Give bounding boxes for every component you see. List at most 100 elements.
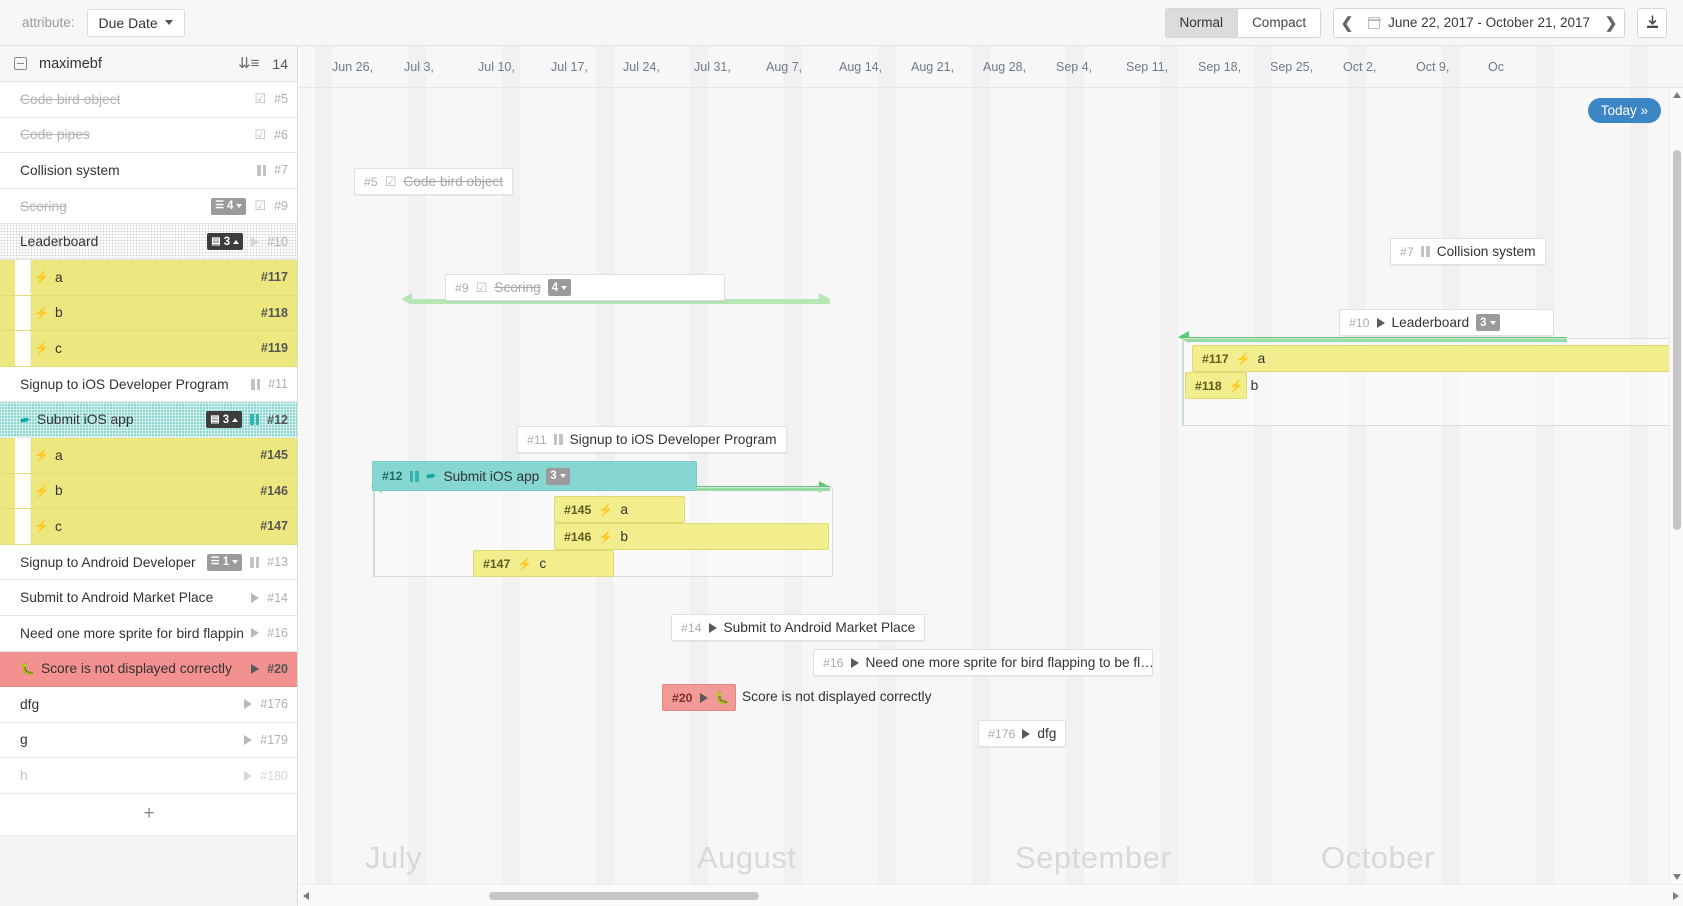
scroll-down-icon[interactable] bbox=[1673, 874, 1681, 880]
bar-id: #9 bbox=[455, 280, 469, 295]
sidebar-item-13[interactable]: Signup to Android Developer … ☰ 1 #13 bbox=[0, 544, 297, 581]
sidebar-item-20[interactable]: 🐛 Score is not displayed correctly #20 bbox=[0, 651, 297, 688]
task-label: 🐛 Score is not displayed correctly bbox=[20, 661, 232, 676]
scroll-up-icon[interactable] bbox=[1673, 92, 1681, 98]
sidebar-item-11[interactable]: Signup to iOS Developer Program #11 bbox=[0, 366, 297, 403]
sidebar-item-146[interactable]: ⚡ b #146 bbox=[0, 473, 297, 510]
gantt-bar-16[interactable]: #16 Need one more sprite for bird flappi… bbox=[813, 649, 1153, 676]
subtask-badge[interactable]: ☰ 1 bbox=[206, 553, 243, 571]
gantt-bar-20[interactable]: #20 🐛 bbox=[662, 684, 736, 711]
subtask-badge[interactable]: ☰ 4 bbox=[211, 197, 247, 215]
download-button[interactable] bbox=[1637, 7, 1667, 38]
sidebar-item-176[interactable]: dfg #176 bbox=[0, 687, 297, 723]
subtask-badge[interactable]: ▤ 3 bbox=[207, 233, 244, 251]
bolt-icon: ⚡ bbox=[598, 529, 614, 544]
date-range-label: June 22, 2017 - October 21, 2017 bbox=[1388, 15, 1590, 30]
gantt-bar-11[interactable]: #11 Signup to iOS Developer Program bbox=[517, 426, 787, 453]
vertical-scroll-thumb[interactable] bbox=[1673, 150, 1681, 530]
bar-id: #14 bbox=[681, 620, 702, 635]
sidebar-item-10[interactable]: Leaderboard ▤ 3 #10 bbox=[0, 224, 297, 260]
task-label: Need one more sprite for bird flappin… bbox=[20, 625, 244, 641]
gantt-timeline[interactable]: Jun 26, Jul 3, Jul 10, Jul 17, Jul 24, J… bbox=[299, 46, 1683, 906]
task-label: Signup to Android Developer … bbox=[20, 554, 199, 570]
date-range-picker[interactable]: June 22, 2017 - October 21, 2017 bbox=[1360, 15, 1598, 30]
subtask-badge[interactable]: ▤ 3 bbox=[206, 411, 243, 429]
gantt-bar-147[interactable]: #147 ⚡ c bbox=[473, 550, 614, 577]
gantt-bar-176[interactable]: #176 dfg bbox=[978, 720, 1067, 747]
horizontal-scroll-thumb[interactable] bbox=[489, 892, 759, 900]
task-label: ⚡ b bbox=[34, 483, 63, 498]
timeline-tick: Jul 10, bbox=[478, 60, 515, 74]
gantt-bar-12[interactable]: #12 ➨ Submit iOS app 3 bbox=[372, 461, 697, 491]
bar-id: #117 bbox=[1202, 351, 1229, 366]
task-id: #14 bbox=[267, 590, 288, 605]
view-mode-normal[interactable]: Normal bbox=[1165, 8, 1238, 37]
top-toolbar: attribute: Due Date Normal Compact ❮ Jun… bbox=[0, 0, 1683, 46]
group-header[interactable]: maximebf ⇊≡ 14 bbox=[0, 46, 297, 82]
sidebar-item-118[interactable]: ⚡ b #118 bbox=[0, 295, 297, 332]
timeline-tick: Aug 28, bbox=[983, 60, 1027, 74]
bar-id: #20 bbox=[672, 690, 693, 705]
check-icon: ☑ bbox=[254, 126, 267, 142]
sidebar-item-6[interactable]: Code pipes ☑ #6 bbox=[0, 117, 297, 154]
subtask-badge[interactable]: 4 bbox=[547, 279, 572, 296]
play-icon bbox=[251, 592, 260, 603]
task-label: Collision system bbox=[20, 162, 120, 178]
timeline-tick: Sep 4, bbox=[1056, 60, 1093, 74]
sidebar-item-12[interactable]: ➨ Submit iOS app ▤ 3 #12 bbox=[0, 402, 297, 438]
gantt-bar-14[interactable]: #14 Submit to Android Market Place bbox=[671, 614, 926, 641]
attribute-dropdown[interactable]: Due Date bbox=[86, 8, 185, 37]
add-task-button[interactable]: + bbox=[0, 793, 297, 836]
sort-descending-icon[interactable]: ⇊≡ bbox=[238, 56, 259, 71]
sidebar-item-119[interactable]: ⚡ c #119 bbox=[0, 331, 297, 367]
timeline-tick: Jul 17, bbox=[551, 60, 588, 74]
timeline-tick: Aug 21, bbox=[911, 60, 955, 74]
sidebar-item-179[interactable]: g #179 bbox=[0, 722, 297, 759]
task-id: #118 bbox=[260, 305, 288, 320]
gantt-bar-146[interactable]: #146 ⚡ b bbox=[554, 523, 829, 550]
check-icon: ☑ bbox=[475, 279, 488, 295]
collapse-icon[interactable] bbox=[14, 57, 27, 70]
task-id: #16 bbox=[267, 626, 288, 641]
gantt-bar-10[interactable]: #10 Leaderboard 3 bbox=[1339, 309, 1554, 336]
gantt-bar-118[interactable]: #118 ⚡ b bbox=[1185, 372, 1258, 399]
next-range-button[interactable]: ❯ bbox=[1598, 9, 1624, 37]
gantt-bar-20-label: Score is not displayed correctly bbox=[742, 689, 932, 704]
today-button[interactable]: Today » bbox=[1587, 98, 1661, 123]
group-count: 14 bbox=[272, 55, 288, 72]
sidebar-item-145[interactable]: ⚡ a #145 bbox=[0, 437, 297, 474]
play-icon bbox=[244, 734, 253, 745]
gantt-bar-9[interactable]: #9 ☑ Scoring 4 bbox=[445, 274, 725, 301]
sidebar-item-180[interactable]: h #180 bbox=[0, 758, 297, 794]
task-label: Scoring bbox=[20, 198, 67, 214]
task-sidebar[interactable]: maximebf ⇊≡ 14 Code bird object ☑ #5 Cod… bbox=[0, 46, 298, 906]
vertical-scrollbar[interactable] bbox=[1669, 88, 1683, 884]
columns-icon: ▤ bbox=[210, 413, 220, 425]
gantt-bar-145[interactable]: #145 ⚡ a bbox=[554, 496, 685, 523]
gantt-bar-5[interactable]: #5 ☑ Code bird object bbox=[354, 168, 514, 195]
task-meta: #20 bbox=[243, 662, 288, 676]
timeline-tick: Aug 14, bbox=[839, 60, 883, 74]
sidebar-item-117[interactable]: ⚡ a #117 bbox=[0, 259, 297, 296]
sidebar-item-147[interactable]: ⚡ c #147 bbox=[0, 509, 297, 545]
horizontal-scrollbar[interactable] bbox=[299, 884, 1683, 906]
subtask-count: 3 bbox=[550, 470, 557, 482]
gantt-bar-117[interactable]: #117 ⚡ a bbox=[1192, 345, 1672, 372]
bar-id: #147 bbox=[483, 556, 511, 571]
task-meta: #176 bbox=[236, 697, 288, 711]
play-icon bbox=[251, 628, 260, 639]
scroll-left-icon[interactable] bbox=[303, 892, 309, 900]
prev-range-button[interactable]: ❮ bbox=[1334, 9, 1360, 37]
sidebar-item-14[interactable]: Submit to Android Market Place #14 bbox=[0, 580, 297, 616]
group-name: maximebf bbox=[39, 55, 102, 72]
sidebar-item-9[interactable]: Scoring ☰ 4 ☑ #9 bbox=[0, 188, 297, 225]
sidebar-item-16[interactable]: Need one more sprite for bird flappin… #… bbox=[0, 615, 297, 652]
gantt-bar-7[interactable]: #7 Collision system bbox=[1390, 238, 1546, 265]
sidebar-item-5[interactable]: Code bird object ☑ #5 bbox=[0, 82, 297, 118]
subtask-badge[interactable]: 3 bbox=[1476, 314, 1500, 331]
subtask-badge[interactable]: 3 bbox=[546, 467, 570, 485]
sidebar-item-7[interactable]: Collision system #7 bbox=[0, 153, 297, 189]
view-mode-compact[interactable]: Compact bbox=[1237, 8, 1321, 37]
timeline-grid[interactable]: July August September October #5 ☑ Code … bbox=[299, 88, 1683, 906]
scroll-right-icon[interactable] bbox=[1673, 892, 1679, 900]
